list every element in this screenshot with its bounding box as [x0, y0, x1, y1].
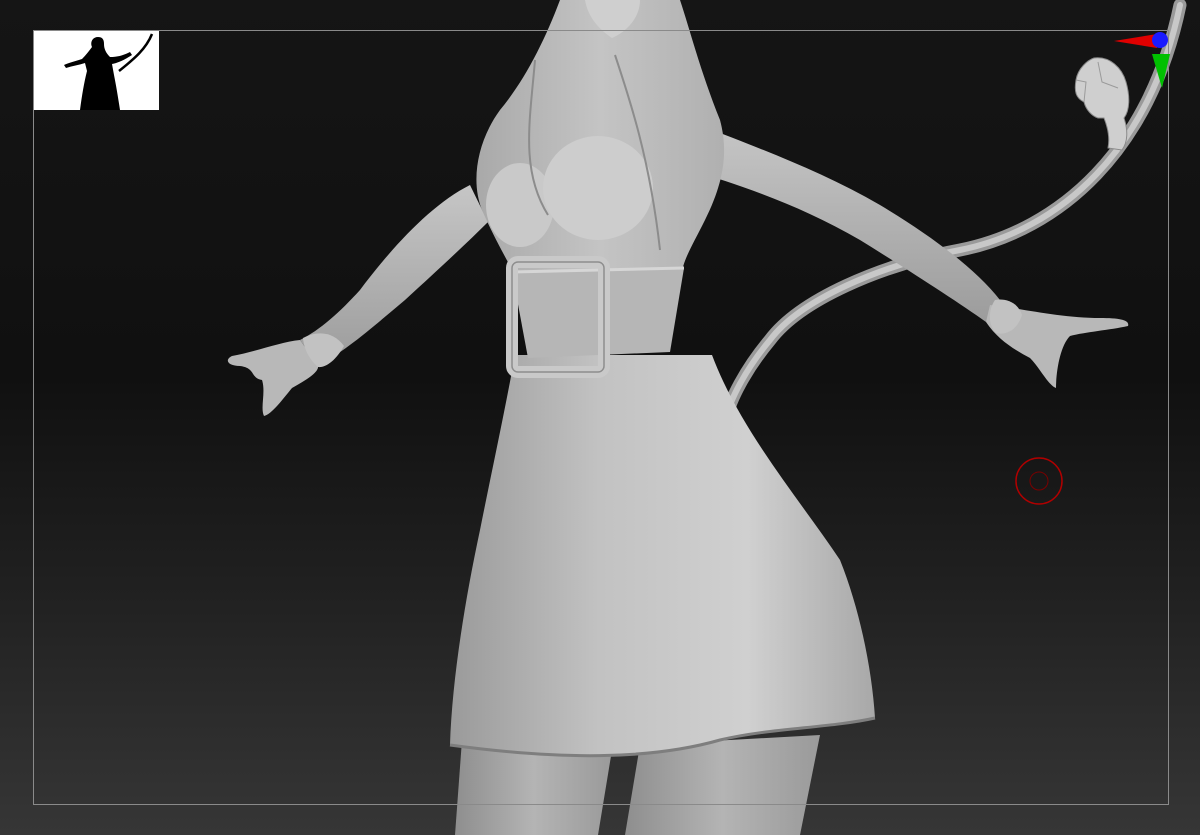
chest-left	[486, 163, 554, 247]
sculpt-viewport[interactable]	[0, 0, 1200, 835]
sculpt-model-canvas[interactable]	[0, 0, 1200, 835]
z-axis-dot	[1152, 32, 1168, 48]
brush-cursor-icon	[1015, 457, 1063, 505]
head-orientation-icon[interactable]	[1062, 18, 1182, 158]
skirt	[450, 355, 875, 756]
chest-right	[543, 136, 653, 240]
x-axis-arrow	[1114, 34, 1157, 48]
figure-silhouette-icon	[64, 33, 154, 110]
left-hand	[227, 340, 319, 416]
y-axis-arrow	[1152, 54, 1170, 88]
silhouette-thumbnail[interactable]	[34, 31, 159, 110]
